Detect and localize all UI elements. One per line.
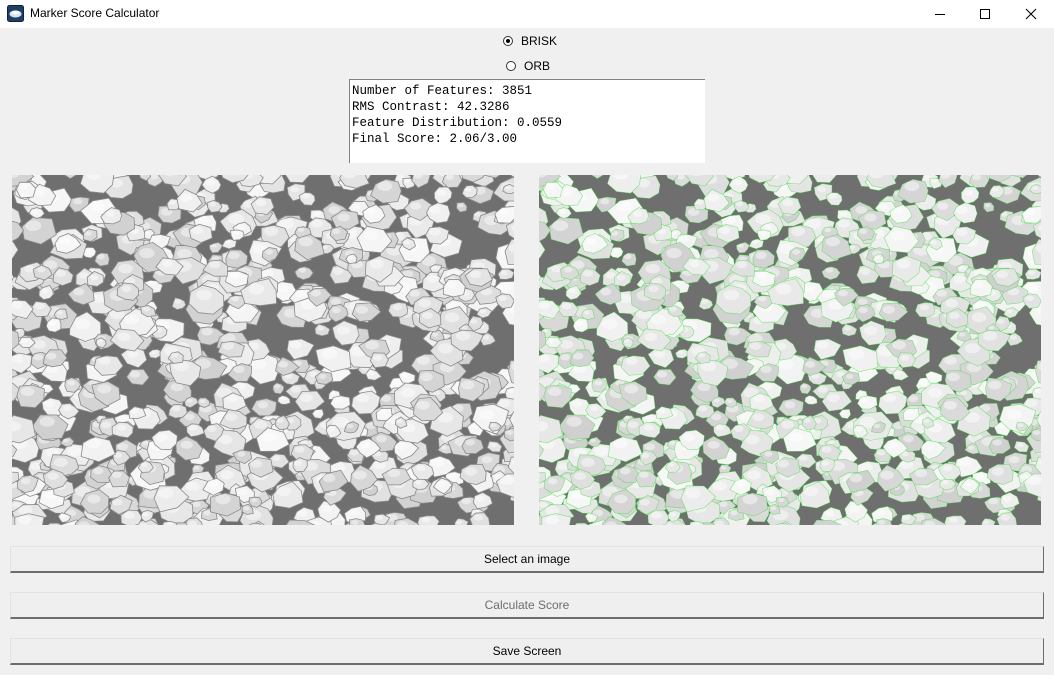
window-title: Marker Score Calculator <box>30 6 160 20</box>
radio-orb-label: ORB <box>524 59 551 73</box>
original-image <box>12 175 514 525</box>
gravel-features-image <box>539 175 1041 525</box>
maximize-button[interactable] <box>962 0 1008 28</box>
app-icon <box>7 5 24 22</box>
result-final-score: Final Score: 2.06/3.00 <box>352 132 518 146</box>
calculate-score-button[interactable]: Calculate Score <box>10 592 1044 619</box>
minimize-icon <box>935 14 945 15</box>
minimize-button[interactable] <box>917 0 963 28</box>
save-screen-button[interactable]: Save Screen <box>10 638 1044 665</box>
select-image-label: Select an image <box>483 552 571 566</box>
radio-orb[interactable]: ORB <box>506 59 550 73</box>
title-bar[interactable]: Marker Score Calculator <box>0 0 1054 28</box>
radio-brisk[interactable]: BRISK <box>503 34 557 48</box>
result-rms-contrast: RMS Contrast: 42.3286 <box>352 100 510 114</box>
result-feature-distribution: Feature Distribution: 0.0559 <box>352 116 563 130</box>
features-image <box>539 175 1041 525</box>
app-window: Marker Score Calculator BRISK ORB Number… <box>0 0 1054 675</box>
radio-brisk-label: BRISK <box>521 34 558 48</box>
calculate-score-label: Calculate Score <box>484 598 570 612</box>
close-button[interactable] <box>1008 0 1054 28</box>
select-image-button[interactable]: Select an image <box>10 546 1044 573</box>
result-feature-count: Number of Features: 3851 <box>352 84 533 98</box>
results-text-box[interactable]: Number of Features: 3851 RMS Contrast: 4… <box>349 79 705 163</box>
maximize-icon <box>980 9 990 19</box>
save-screen-label: Save Screen <box>492 644 562 658</box>
close-icon <box>1025 8 1037 20</box>
radio-checked-icon <box>503 36 513 46</box>
gravel-image <box>12 175 514 525</box>
radio-unchecked-icon <box>506 61 516 71</box>
